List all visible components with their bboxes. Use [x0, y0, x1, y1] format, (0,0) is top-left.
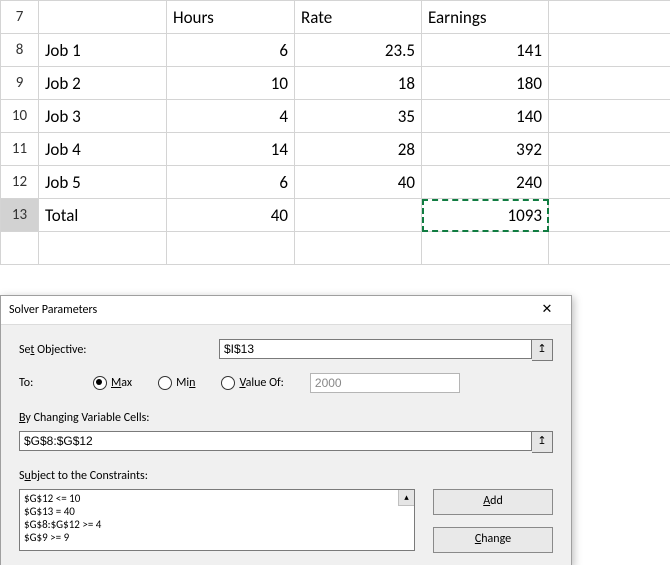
cell-G8[interactable]: 6: [167, 34, 295, 67]
radio-max-label: Max: [111, 376, 132, 390]
cell-J10[interactable]: [549, 100, 670, 133]
cell-I10[interactable]: 140: [422, 100, 549, 133]
cell-H10[interactable]: 35: [295, 100, 422, 133]
constraints-listbox[interactable]: $G$12 <= 10 $G$13 = 40 $G$8:$G$12 >= 4 $…: [19, 489, 415, 551]
value-of-input: [310, 373, 460, 393]
row-header-9[interactable]: 9: [1, 67, 39, 100]
row-10[interactable]: 10 Job 3 4 35 140: [1, 100, 670, 133]
scroll-up-icon[interactable]: ▴: [398, 490, 414, 506]
cell-F9[interactable]: Job 2: [39, 67, 167, 100]
row-header-7[interactable]: 7: [1, 1, 39, 34]
constraints-label: Subject to the Constraints:: [19, 469, 553, 483]
radio-min-label: Min: [176, 376, 195, 390]
cell-F13[interactable]: Total: [39, 199, 167, 232]
cell-H9[interactable]: 18: [295, 67, 422, 100]
cell-J11[interactable]: [549, 133, 670, 166]
cell-I11[interactable]: 392: [422, 133, 549, 166]
dialog-title: Solver Parameters: [9, 296, 97, 324]
cell-F7[interactable]: [39, 1, 167, 34]
row-12[interactable]: 12 Job 5 6 40 240: [1, 166, 670, 199]
cell-I7[interactable]: Earnings: [422, 1, 549, 34]
cell-G7[interactable]: Hours: [167, 1, 295, 34]
collapse-dialog-icon[interactable]: ↥: [532, 431, 553, 453]
cell-F11[interactable]: Job 4: [39, 133, 167, 166]
row-8[interactable]: 8 Job 1 6 23.5 141: [1, 34, 670, 67]
radio-value-of[interactable]: Value Of:: [221, 376, 283, 390]
cell-F12[interactable]: Job 5: [39, 166, 167, 199]
add-button[interactable]: Add: [433, 489, 553, 515]
row-13[interactable]: 13 Total 40 1093: [1, 199, 670, 232]
row-9[interactable]: 9 Job 2 10 18 180: [1, 67, 670, 100]
row-header-8[interactable]: 8: [1, 34, 39, 67]
cell-H11[interactable]: 28: [295, 133, 422, 166]
radio-max[interactable]: Max: [93, 376, 132, 390]
cell-G13[interactable]: 40: [167, 199, 295, 232]
radio-min[interactable]: Min: [158, 376, 195, 390]
to-label: To:: [19, 376, 67, 390]
cell-G12[interactable]: 6: [167, 166, 295, 199]
cell-H7[interactable]: Rate: [295, 1, 422, 34]
cell-J13[interactable]: [549, 199, 670, 232]
constraints-text: $G$12 <= 10 $G$13 = 40 $G$8:$G$12 >= 4 $…: [24, 492, 101, 544]
cell-I8[interactable]: 141: [422, 34, 549, 67]
cell-G11[interactable]: 14: [167, 133, 295, 166]
radio-dot-icon: [221, 376, 235, 390]
row-header-11[interactable]: 11: [1, 133, 39, 166]
cell-H12[interactable]: 40: [295, 166, 422, 199]
cell-H8[interactable]: 23.5: [295, 34, 422, 67]
cell-I13[interactable]: 1093: [422, 199, 549, 232]
cell-J7[interactable]: [549, 1, 670, 34]
cell-F10[interactable]: Job 3: [39, 100, 167, 133]
set-objective-input[interactable]: [219, 339, 532, 359]
cell-H13[interactable]: [295, 199, 422, 232]
change-button[interactable]: Change: [433, 527, 553, 553]
row-header-blank[interactable]: [1, 232, 39, 265]
row-7[interactable]: 7 Hours Rate Earnings: [1, 1, 670, 34]
cell-F8[interactable]: Job 1: [39, 34, 167, 67]
cell-J9[interactable]: [549, 67, 670, 100]
cell-G9[interactable]: 10: [167, 67, 295, 100]
radio-valueof-label: Value Of:: [239, 376, 283, 390]
spreadsheet-grid[interactable]: 7 Hours Rate Earnings 8 Job 1 6 23.5 141…: [0, 0, 670, 265]
cell-J12[interactable]: [549, 166, 670, 199]
row-header-13[interactable]: 13: [1, 199, 39, 232]
row-header-12[interactable]: 12: [1, 166, 39, 199]
set-objective-label: Set Objective:: [19, 343, 219, 357]
collapse-dialog-icon[interactable]: ↥: [532, 339, 553, 361]
radio-dot-icon: [93, 376, 107, 390]
row-blank[interactable]: [1, 232, 670, 265]
dialog-titlebar[interactable]: Solver Parameters ✕: [1, 296, 571, 325]
by-changing-label: By Changing Variable Cells:: [19, 411, 553, 425]
solver-parameters-dialog: Solver Parameters ✕ Set Objective: ↥ To:…: [0, 295, 572, 565]
row-header-10[interactable]: 10: [1, 100, 39, 133]
by-changing-input[interactable]: [19, 431, 532, 451]
row-11[interactable]: 11 Job 4 14 28 392: [1, 133, 670, 166]
radio-dot-icon: [158, 376, 172, 390]
close-icon[interactable]: ✕: [531, 300, 563, 320]
cell-J8[interactable]: [549, 34, 670, 67]
cell-I9[interactable]: 180: [422, 67, 549, 100]
cell-G10[interactable]: 4: [167, 100, 295, 133]
cell-I12[interactable]: 240: [422, 166, 549, 199]
